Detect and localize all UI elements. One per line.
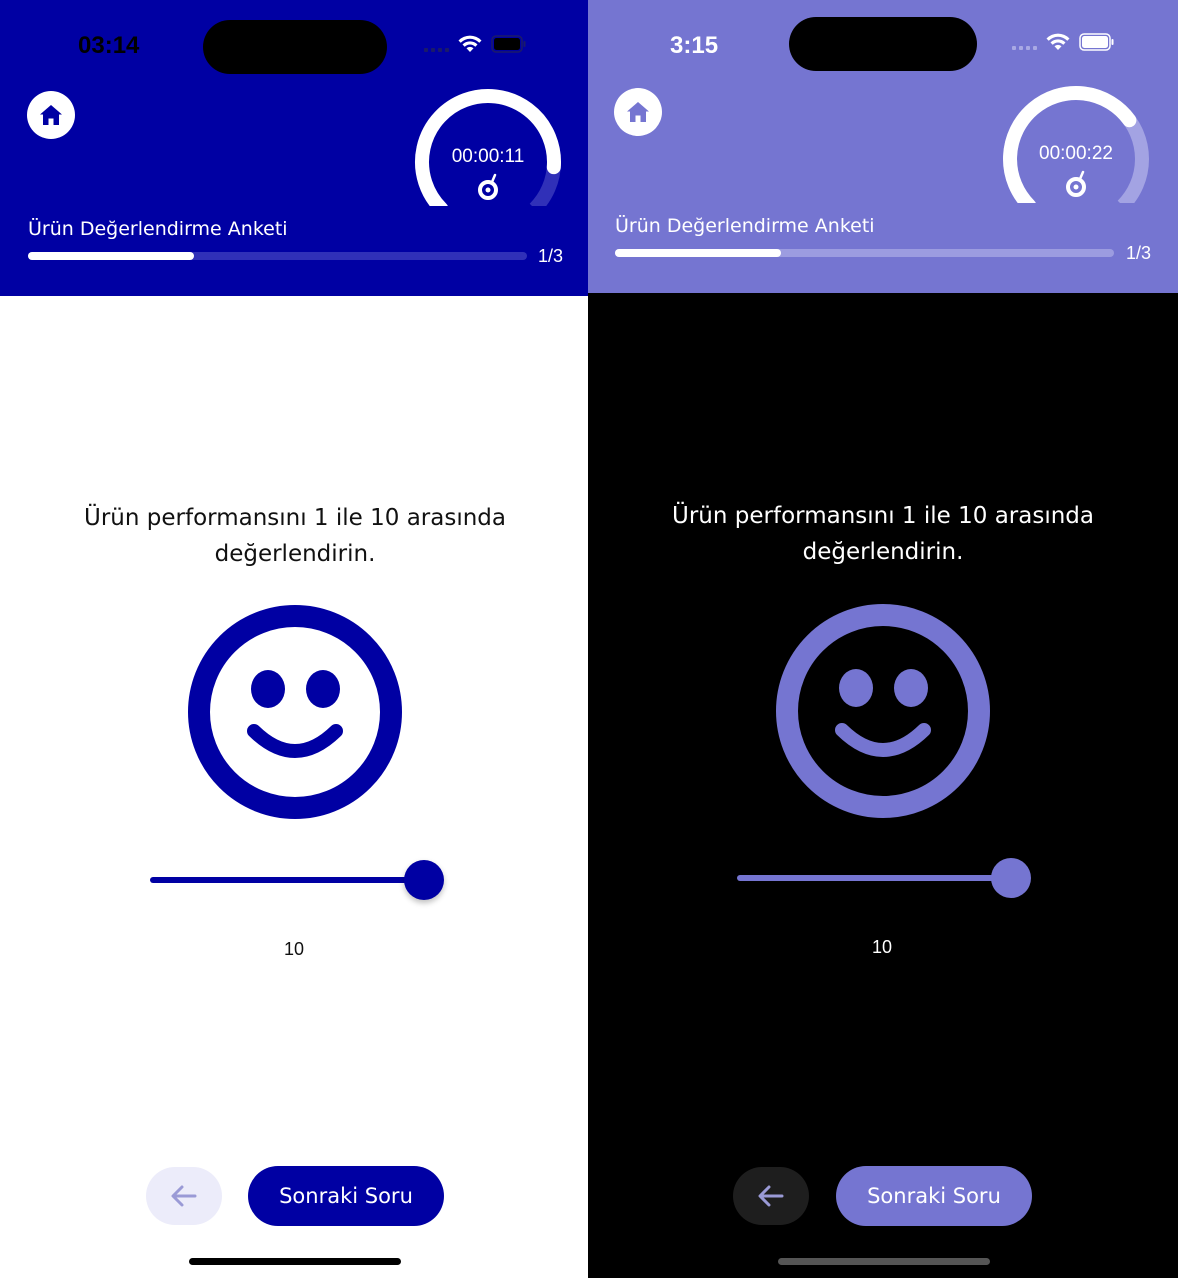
slider-value: 10 [283, 939, 305, 959]
survey-progress-fill [615, 249, 782, 257]
survey-title: Ürün Değerlendirme Anketi [615, 215, 875, 237]
wifi-icon [1046, 33, 1070, 50]
dial-icon [1066, 170, 1086, 197]
survey-header: 3:15 00:00:22 Ürün Değerlendirme Anketi … [588, 0, 1178, 293]
arrow-left-icon [171, 1185, 197, 1207]
slider-thumb[interactable] [404, 860, 444, 900]
signal-icon [1012, 34, 1037, 50]
status-icons [1012, 32, 1115, 52]
home-button[interactable] [27, 91, 75, 139]
home-indicator [778, 1258, 990, 1265]
question-text: Ürün performansını 1 ile 10 arasında değ… [84, 505, 506, 567]
signal-icon [424, 36, 449, 52]
survey-title: Ürün Değerlendirme Anketi [28, 218, 288, 240]
next-question-button[interactable]: Sonraki Soru [836, 1166, 1032, 1226]
previous-question-button[interactable] [146, 1167, 222, 1225]
arrow-left-icon [758, 1185, 784, 1207]
slider-value: 10 [871, 937, 893, 957]
battery-icon [1079, 33, 1114, 51]
countdown-timer: 00:00:22 [996, 83, 1156, 203]
slider-track [737, 875, 1009, 881]
home-icon [40, 105, 62, 125]
rating-slider[interactable] [737, 856, 1031, 900]
timer-text: 00:00:22 [1039, 143, 1113, 164]
question-text: Ürün performansını 1 ile 10 arasında değ… [672, 503, 1094, 565]
status-time: 3:15 [670, 32, 719, 59]
home-icon [627, 102, 649, 122]
phone-screen-dark: 3:15 00:00:22 Ürün Değerlendirme Anketi … [588, 0, 1178, 1278]
battery-icon [491, 35, 526, 53]
slider-thumb[interactable] [991, 858, 1031, 898]
wifi-icon [458, 35, 482, 52]
survey-progress-fill [28, 252, 195, 260]
dynamic-island [789, 17, 977, 71]
slider-track [150, 877, 422, 883]
phone-screen-light: 03:14 00:00:11 Ürün Değerlendirme Anketi… [0, 0, 588, 1278]
next-question-button[interactable]: Sonraki Soru [248, 1166, 444, 1226]
survey-progress-count: 1/3 [1126, 243, 1152, 263]
smiley-face-icon [776, 604, 990, 818]
timer-text: 00:00:11 [451, 146, 525, 167]
smiley-face-icon [188, 605, 402, 819]
status-time: 03:14 [78, 32, 140, 59]
dial-icon [478, 173, 498, 200]
survey-progress-bar [28, 252, 527, 260]
survey-progress-bar [615, 249, 1114, 257]
rating-slider[interactable] [150, 858, 444, 902]
previous-question-button[interactable] [733, 1167, 809, 1225]
survey-progress-count: 1/3 [538, 246, 564, 266]
home-indicator [189, 1258, 401, 1265]
dynamic-island [203, 20, 387, 74]
home-button[interactable] [614, 88, 662, 136]
status-icons [424, 34, 527, 54]
survey-header: 03:14 00:00:11 Ürün Değerlendirme Anketi… [0, 0, 588, 296]
countdown-timer: 00:00:11 [408, 86, 568, 206]
